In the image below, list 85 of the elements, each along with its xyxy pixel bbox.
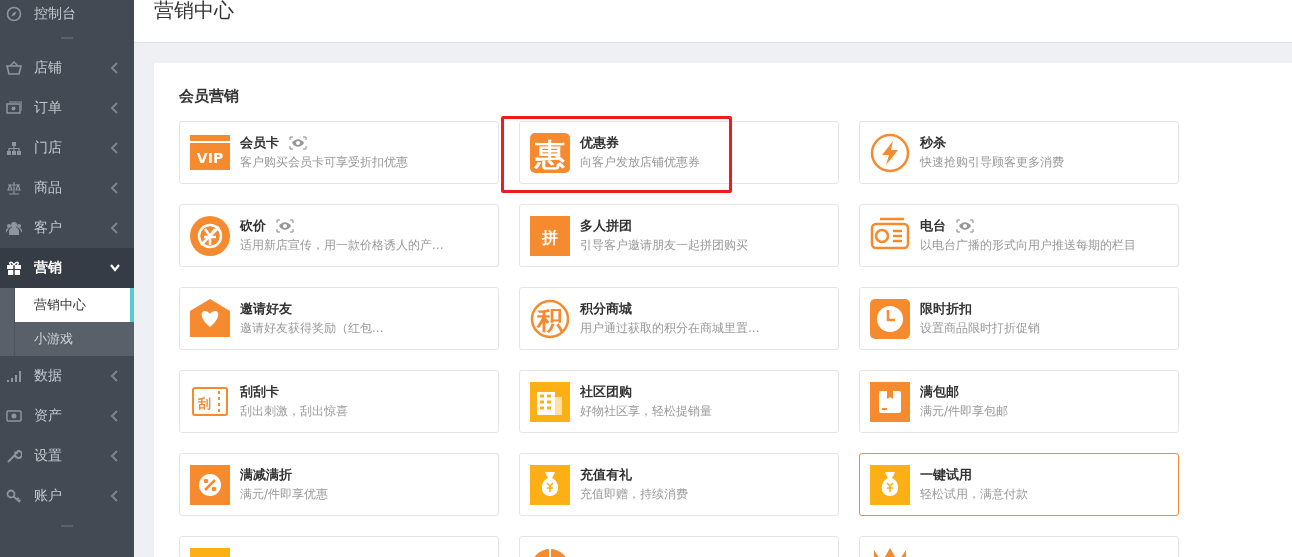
- sidebar-item[interactable]: 店铺: [0, 48, 134, 88]
- card-description: 刮出刺激，刮出惊喜: [240, 403, 348, 420]
- bolt-icon: [870, 132, 910, 173]
- card-title: 会员卡: [240, 134, 279, 152]
- card-title: 电台: [920, 217, 946, 235]
- feature-card[interactable]: 惠 优惠券 向客户发放店铺优惠券: [519, 121, 839, 184]
- sitemap-icon: [6, 140, 22, 156]
- card-description: 快速抢购引导顾客更多消费: [920, 154, 1064, 171]
- card-title: 充值有礼: [580, 466, 632, 484]
- sidebar-item[interactable]: 营销: [0, 248, 134, 288]
- card-description: 满元/件即享包邮: [920, 403, 1009, 420]
- basket-icon: [6, 60, 22, 76]
- sidebar-item[interactable]: 数据: [0, 356, 134, 396]
- moneybag-icon: [530, 464, 570, 505]
- feature-card[interactable]: 拼 多人拼团 引导客户邀请朋友一起拼团购买: [519, 204, 839, 267]
- card-title: 满包邮: [920, 383, 959, 401]
- sidebar-item[interactable]: 订单: [0, 88, 134, 128]
- key-icon: [6, 488, 22, 504]
- feature-card[interactable]: 砍价 适用新店宣传，用一款价格诱人的产...: [179, 204, 499, 267]
- coin-icon: [190, 215, 230, 256]
- sidebar-item[interactable]: 控制台: [0, 0, 134, 28]
- compass-icon: [6, 6, 22, 22]
- discount-icon: [190, 464, 230, 505]
- moneybag-icon: [870, 464, 910, 505]
- feature-card[interactable]: 电台 以电台广播的形式向用户推送每期的栏目: [859, 204, 1179, 267]
- sidebar-item[interactable]: 客户: [0, 208, 134, 248]
- cash-icon: [6, 100, 22, 116]
- card-title: 一键试用: [920, 466, 972, 484]
- feature-card[interactable]: 秒杀 快速抢购引导顾客更多消费: [859, 121, 1179, 184]
- signal-icon: [6, 368, 22, 384]
- page-title: 营销中心: [154, 0, 234, 20]
- card-title: 限时折扣: [920, 300, 972, 318]
- card-title: 刮刮卡: [240, 383, 279, 401]
- feature-card[interactable]: 一键试用 轻松试用，满意付款: [859, 453, 1179, 516]
- card-title: 砍价: [240, 217, 266, 235]
- badge-icon: 惠: [530, 132, 570, 173]
- eye-icon[interactable]: [276, 219, 294, 233]
- submenu-item[interactable]: 营销中心: [14, 288, 134, 322]
- card-description: 充值即赠，持续消费: [580, 486, 688, 503]
- card-description: 满元/件即享优惠: [240, 486, 329, 503]
- feature-card[interactable]: 社区团购 好物社区享，轻松提销量: [519, 370, 839, 433]
- card-description: 设置商品限时打折促销: [920, 320, 1040, 337]
- badge-icon: 拼: [530, 215, 570, 256]
- section-title: 会员营销: [179, 86, 240, 106]
- card-title: 满减满折: [240, 466, 292, 484]
- card-description: 引导客户邀请朋友一起拼团购买: [580, 237, 748, 254]
- card-title: 邀请好友: [240, 300, 292, 318]
- card-description: 以电台广播的形式向用户推送每期的栏目: [920, 237, 1136, 254]
- eye-icon[interactable]: [956, 219, 974, 233]
- box-icon: [870, 381, 910, 422]
- feature-card[interactable]: 限时折扣 设置商品限时打折促销: [859, 287, 1179, 350]
- feature-card[interactable]: 积 积分商城 用户通过获取的积分在商城里置...: [519, 287, 839, 350]
- money-icon: [6, 408, 22, 424]
- eye-icon[interactable]: [289, 136, 307, 150]
- card-description: 用户通过获取的积分在商城里置...: [580, 320, 760, 337]
- card-description: 邀请好友获得奖励（红包...: [240, 320, 384, 337]
- feature-card[interactable]: 邀请好友 邀请好友获得奖励（红包...: [179, 287, 499, 350]
- card-description: 向客户发放店铺优惠券: [580, 154, 700, 171]
- gift-icon: [6, 260, 22, 276]
- envelope-icon: [190, 298, 230, 339]
- sidebar-item[interactable]: 商品: [0, 168, 134, 208]
- sidebar-item[interactable]: 设置: [0, 436, 134, 476]
- scale-icon: [6, 180, 22, 196]
- card-title: 秒杀: [920, 134, 946, 152]
- feature-card[interactable]: 充值有礼 充值即赠，持续消费: [519, 453, 839, 516]
- feature-card[interactable]: 刮 刮刮卡 刮出刺激，刮出惊喜: [179, 370, 499, 433]
- wrench-icon: [6, 448, 22, 464]
- building-icon: [530, 381, 570, 422]
- sidebar-item[interactable]: 门店: [0, 128, 134, 168]
- users-icon: [6, 220, 22, 236]
- feature-card[interactable]: VIP 会员卡 客户购买会员卡可享受折扣优惠: [179, 121, 499, 184]
- card-description: 适用新店宣传，用一款价格诱人的产...: [240, 237, 444, 254]
- sidebar-item[interactable]: 账户: [0, 476, 134, 516]
- card-title: 多人拼团: [580, 217, 632, 235]
- sidebar-item[interactable]: 资产: [0, 396, 134, 436]
- feature-card[interactable]: 满减满折 满元/件即享优惠: [179, 453, 499, 516]
- card-title: 积分商城: [580, 300, 632, 318]
- badge-icon: 积: [530, 298, 570, 339]
- card-description: 轻松试用，满意付款: [920, 486, 1028, 503]
- card-title: 优惠券: [580, 134, 619, 152]
- clock-icon: [870, 298, 910, 339]
- card-title: 社区团购: [580, 383, 632, 401]
- card-description: 好物社区享，轻松提销量: [580, 403, 712, 420]
- card-description: 客户购买会员卡可享受折扣优惠: [240, 154, 408, 171]
- feature-card[interactable]: 满包邮 满元/件即享包邮: [859, 370, 1179, 433]
